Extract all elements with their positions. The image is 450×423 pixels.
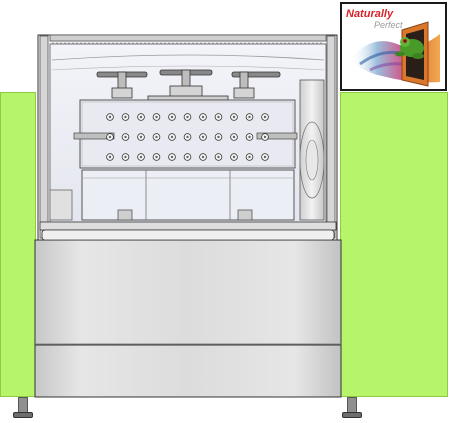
- perforation-hole-center: [263, 135, 267, 139]
- perforation-hole-center: [186, 135, 189, 139]
- perforation-hole-center: [124, 135, 127, 139]
- perforation-hole-center: [155, 155, 158, 159]
- perforation-hole-center: [186, 115, 189, 119]
- perforation-hole-center: [263, 115, 267, 119]
- side-drum: [299, 79, 325, 221]
- perforation-hole-center: [170, 135, 174, 139]
- perforation-hole-center: [186, 155, 189, 159]
- front-rail: [39, 221, 337, 241]
- right-foot: [347, 397, 357, 413]
- badge-title: Naturally: [346, 8, 394, 20]
- left-foot: [18, 397, 28, 413]
- right-foot-base: [342, 412, 362, 418]
- naturally-perfect-badge: Naturally Perfect: [340, 2, 447, 91]
- perforation-hole-center: [201, 115, 205, 119]
- perforation-hole-center: [124, 115, 127, 119]
- left-foot-base: [13, 412, 33, 418]
- perforation-hole-center: [155, 115, 158, 119]
- perforation-hole-center: [108, 155, 112, 159]
- perforation-hole-center: [201, 135, 205, 139]
- perforation-hole-center: [124, 155, 127, 159]
- perforation-hole-center: [248, 115, 251, 119]
- badge-subtitle: Perfect: [374, 20, 403, 30]
- perforation-hole-center: [201, 155, 205, 159]
- perforation-hole-center: [248, 155, 251, 159]
- perforation-hole-center: [232, 115, 236, 119]
- perforation-hole-center: [248, 135, 251, 139]
- lower-basket: [81, 169, 295, 221]
- perforation-hole-center: [139, 115, 143, 119]
- perforation-hole-center: [170, 155, 174, 159]
- perforation-hole-center: [170, 115, 174, 119]
- perforation-hole-center: [139, 155, 143, 159]
- perforation-hole-center: [139, 135, 143, 139]
- perforation-hole-center: [217, 115, 220, 119]
- perforation-hole-center: [232, 155, 236, 159]
- perforation-hole-center: [155, 135, 158, 139]
- lower-cabinet: [34, 239, 342, 398]
- perforation-hole-center: [217, 155, 220, 159]
- perforation-hole-center: [108, 115, 112, 119]
- perforation-hole-center: [263, 155, 267, 159]
- perforation-hole-center: [232, 135, 236, 139]
- perforation-hole-center: [217, 135, 220, 139]
- perforation-hole-center: [108, 135, 112, 139]
